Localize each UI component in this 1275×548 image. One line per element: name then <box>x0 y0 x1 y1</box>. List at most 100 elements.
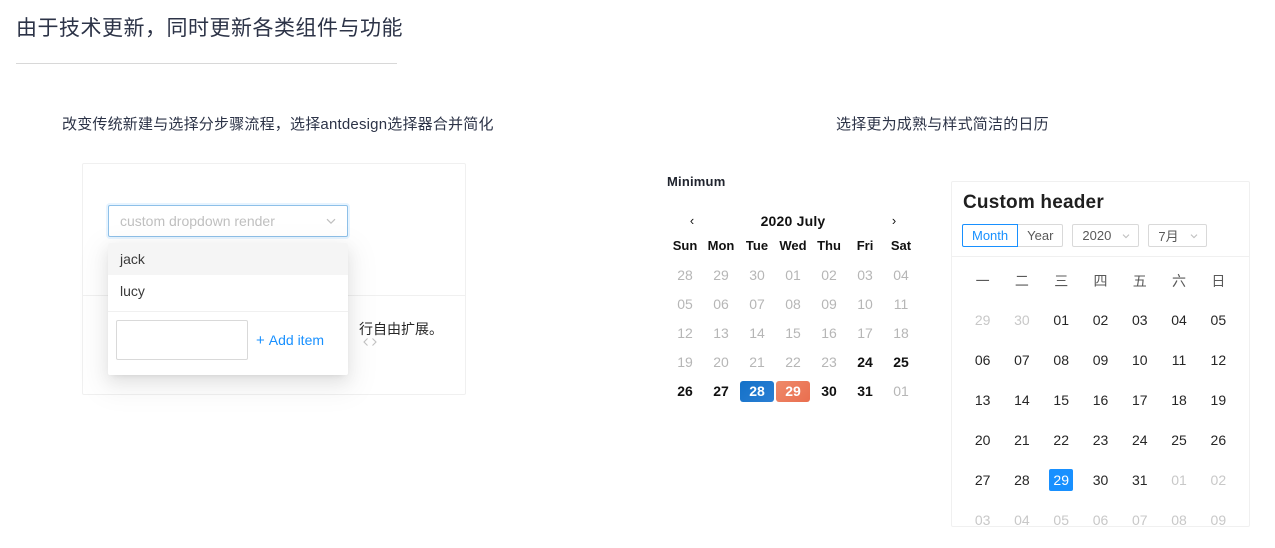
calendar-day[interactable]: 04 <box>883 261 919 290</box>
calendar-day[interactable]: 26 <box>667 377 703 406</box>
month-select[interactable]: 7月 <box>1148 224 1207 247</box>
calendar-day[interactable]: 07 <box>739 290 775 319</box>
custom-calendar-grid: 一 二 三 四 五 六 日 29 30 01 02 03 04 05 06 07 08 09 10 11 12 13 14… <box>952 257 1249 548</box>
calendar-day[interactable]: 17 <box>847 319 883 348</box>
calendar-day[interactable]: 30 <box>811 377 847 406</box>
calendar-day-selected[interactable]: 29 <box>775 377 811 406</box>
calendar-day[interactable]: 10 <box>1120 340 1159 380</box>
calendar-day[interactable]: 23 <box>811 348 847 377</box>
calendar-day[interactable]: 11 <box>883 290 919 319</box>
dropdown-option-lucy[interactable]: lucy <box>108 275 348 307</box>
calendar-day[interactable]: 24 <box>847 348 883 377</box>
calendar-day[interactable]: 06 <box>963 340 1002 380</box>
chevron-left-icon[interactable]: ‹ <box>685 213 699 229</box>
dropdown-option-jack[interactable]: jack <box>108 243 348 275</box>
calendar-day[interactable]: 27 <box>963 460 1002 500</box>
calendar-day[interactable]: 03 <box>1120 300 1159 340</box>
calendar-day[interactable]: 04 <box>1002 500 1041 540</box>
mode-radio-year[interactable]: Year <box>1018 224 1064 247</box>
calendar-day-label: 06 <box>1092 512 1109 528</box>
calendar-day-label: 28 <box>1014 472 1030 488</box>
add-item-input[interactable] <box>116 320 248 360</box>
calendar-day[interactable]: 28 <box>1002 460 1041 500</box>
calendar-day[interactable]: 19 <box>1199 380 1238 420</box>
calendar-day[interactable]: 30 <box>1002 300 1041 340</box>
calendar-day[interactable]: 08 <box>775 290 811 319</box>
calendar-day[interactable]: 17 <box>1120 380 1159 420</box>
calendar-day[interactable]: 09 <box>1199 500 1238 540</box>
calendar-day[interactable]: 08 <box>1042 340 1081 380</box>
calendar-day-selected[interactable]: 28 <box>739 377 775 406</box>
calendar-day[interactable]: 22 <box>1042 420 1081 460</box>
calendar-day[interactable]: 13 <box>963 380 1002 420</box>
calendar-day[interactable]: 08 <box>1159 500 1198 540</box>
calendar-day[interactable]: 03 <box>963 500 1002 540</box>
calendar-day[interactable]: 18 <box>883 319 919 348</box>
calendar-day[interactable]: 14 <box>1002 380 1041 420</box>
calendar-day-selected[interactable]: 29 <box>1042 460 1081 500</box>
calendar-day[interactable]: 13 <box>703 319 739 348</box>
dropdown-add-item-row: + Add item <box>108 312 348 368</box>
calendar-day[interactable]: 01 <box>883 377 919 406</box>
calendar-day[interactable]: 12 <box>1199 340 1238 380</box>
calendar-day-label: 30 <box>821 383 837 399</box>
calendar-day[interactable]: 20 <box>703 348 739 377</box>
calendar-day[interactable]: 10 <box>847 290 883 319</box>
calendar-day[interactable]: 18 <box>1159 380 1198 420</box>
add-item-button[interactable]: + Add item <box>256 332 324 348</box>
mode-radio-month[interactable]: Month <box>962 224 1019 247</box>
calendar-day[interactable]: 28 <box>667 261 703 290</box>
custom-dropdown-select[interactable]: custom dropdown render <box>108 205 348 237</box>
calendar-day[interactable]: 25 <box>1159 420 1198 460</box>
calendar-day[interactable]: 07 <box>1120 500 1159 540</box>
calendar-day[interactable]: 01 <box>1042 300 1081 340</box>
calendar-day[interactable]: 21 <box>1002 420 1041 460</box>
calendar-day[interactable]: 23 <box>1081 420 1120 460</box>
calendar-day[interactable]: 22 <box>775 348 811 377</box>
calendar-day[interactable]: 15 <box>1042 380 1081 420</box>
calendar-day[interactable]: 03 <box>847 261 883 290</box>
calendar-day-label: 01 <box>785 267 801 283</box>
calendar-day[interactable]: 29 <box>963 300 1002 340</box>
calendar-day[interactable]: 09 <box>811 290 847 319</box>
calendar-day[interactable]: 14 <box>739 319 775 348</box>
calendar-day[interactable]: 01 <box>775 261 811 290</box>
calendar-day[interactable]: 27 <box>703 377 739 406</box>
code-icon[interactable] <box>362 334 378 350</box>
calendar-day[interactable]: 19 <box>667 348 703 377</box>
calendar-day[interactable]: 31 <box>847 377 883 406</box>
calendar-day[interactable]: 16 <box>1081 380 1120 420</box>
calendar-day[interactable]: 02 <box>1199 460 1238 500</box>
weekday-header: 三 <box>1054 273 1069 289</box>
calendar-day[interactable]: 16 <box>811 319 847 348</box>
calendar-day-label: 08 <box>1053 352 1069 368</box>
year-select[interactable]: 2020 <box>1072 224 1140 247</box>
calendar-day[interactable]: 06 <box>1081 500 1120 540</box>
calendar-day[interactable]: 05 <box>667 290 703 319</box>
calendar-day[interactable]: 29 <box>703 261 739 290</box>
calendar-day[interactable]: 02 <box>1081 300 1120 340</box>
calendar-day[interactable]: 26 <box>1199 420 1238 460</box>
calendar-day[interactable]: 30 <box>1081 460 1120 500</box>
calendar-day[interactable]: 25 <box>883 348 919 377</box>
calendar-day[interactable]: 30 <box>739 261 775 290</box>
custom-header-calendar: Custom header Month Year 2020 7月 一 二 三 四… <box>951 181 1250 528</box>
calendar-day[interactable]: 12 <box>667 319 703 348</box>
calendar-day[interactable]: 24 <box>1120 420 1159 460</box>
calendar-day[interactable]: 15 <box>775 319 811 348</box>
calendar-day[interactable]: 05 <box>1199 300 1238 340</box>
calendar-day[interactable]: 04 <box>1159 300 1198 340</box>
calendar-day[interactable]: 06 <box>703 290 739 319</box>
calendar-day[interactable]: 31 <box>1120 460 1159 500</box>
calendar-day[interactable]: 02 <box>811 261 847 290</box>
chevron-right-icon[interactable]: › <box>887 213 901 229</box>
calendar-day[interactable]: 20 <box>963 420 1002 460</box>
calendar-day-label: 11 <box>893 296 909 312</box>
calendar-day[interactable]: 11 <box>1159 340 1198 380</box>
calendar-day[interactable]: 21 <box>739 348 775 377</box>
calendar-day[interactable]: 09 <box>1081 340 1120 380</box>
calendar-day[interactable]: 01 <box>1159 460 1198 500</box>
calendar-day[interactable]: 05 <box>1042 500 1081 540</box>
calendar-week-row: 06 07 08 09 10 11 12 <box>963 340 1238 380</box>
calendar-day[interactable]: 07 <box>1002 340 1041 380</box>
